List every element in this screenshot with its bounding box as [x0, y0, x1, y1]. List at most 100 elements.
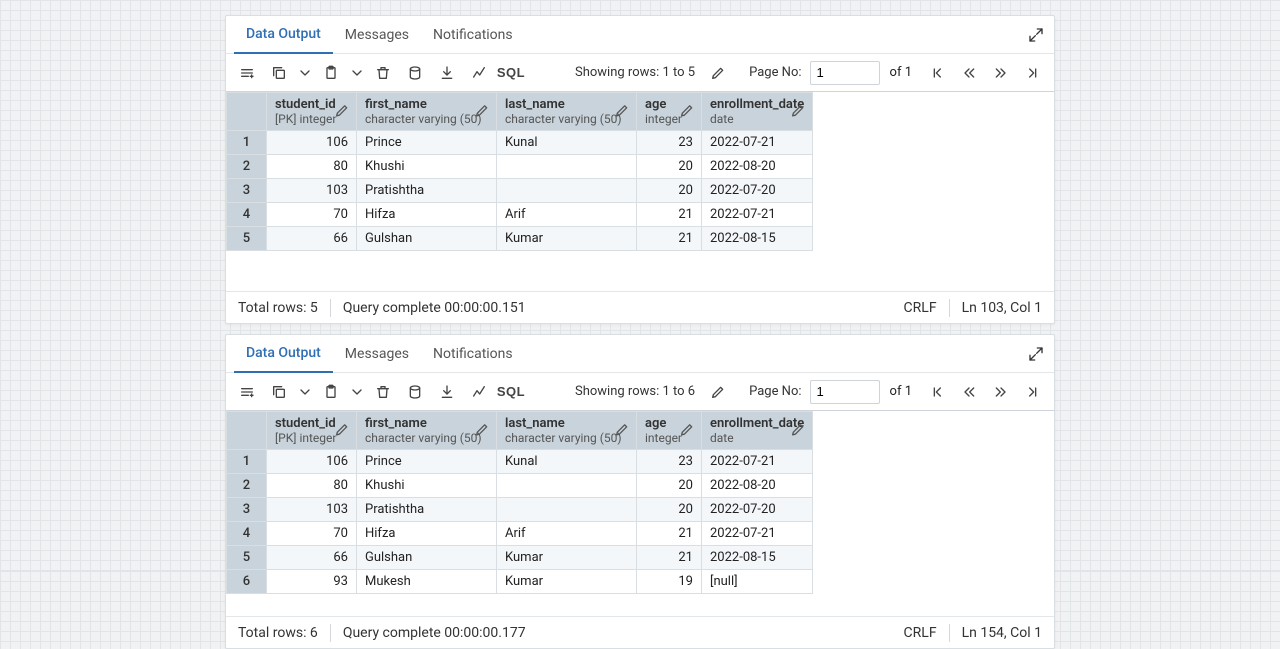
cell-last_name[interactable]: Kunal: [497, 450, 637, 474]
cell-last_name[interactable]: [497, 179, 637, 203]
cell-enrollment_date[interactable]: 2022-07-21: [702, 522, 813, 546]
tab-notifications[interactable]: Notifications: [421, 16, 525, 53]
cell-age[interactable]: 20: [637, 498, 702, 522]
tab-messages[interactable]: Messages: [333, 16, 421, 53]
page-first-icon[interactable]: [922, 59, 952, 87]
copy-icon[interactable]: [264, 59, 294, 87]
cell-enrollment_date[interactable]: 2022-08-20: [702, 155, 813, 179]
cell-last_name[interactable]: Kumar: [497, 227, 637, 251]
cell-last_name[interactable]: [497, 155, 637, 179]
row-number[interactable]: 2: [227, 155, 267, 179]
cell-student_id[interactable]: 106: [267, 450, 357, 474]
paste-dropdown-icon[interactable]: [348, 59, 366, 87]
row-number[interactable]: 3: [227, 179, 267, 203]
page-prev-icon[interactable]: [954, 378, 984, 406]
cell-age[interactable]: 20: [637, 155, 702, 179]
col-header-last_name[interactable]: last_namecharacter varying (50): [497, 93, 637, 131]
col-header-age[interactable]: ageinteger: [637, 412, 702, 450]
paste-icon[interactable]: [316, 59, 346, 87]
row-number[interactable]: 5: [227, 227, 267, 251]
page-number-input[interactable]: [810, 61, 880, 85]
cell-age[interactable]: 21: [637, 203, 702, 227]
cell-last_name[interactable]: [497, 474, 637, 498]
page-number-input[interactable]: [810, 380, 880, 404]
page-prev-icon[interactable]: [954, 59, 984, 87]
tab-data-output[interactable]: Data Output: [234, 336, 333, 373]
page-last-icon[interactable]: [1018, 59, 1048, 87]
cell-enrollment_date[interactable]: 2022-08-15: [702, 546, 813, 570]
edit-column-icon[interactable]: [679, 421, 695, 440]
col-header-last_name[interactable]: last_namecharacter varying (50): [497, 412, 637, 450]
delete-icon[interactable]: [368, 59, 398, 87]
cell-student_id[interactable]: 80: [267, 474, 357, 498]
page-next-icon[interactable]: [986, 59, 1016, 87]
cell-last_name[interactable]: Kunal: [497, 131, 637, 155]
edit-column-icon[interactable]: [334, 102, 350, 121]
cell-last_name[interactable]: [497, 498, 637, 522]
cell-first_name[interactable]: Gulshan: [357, 227, 497, 251]
cell-student_id[interactable]: 66: [267, 546, 357, 570]
copy-dropdown-icon[interactable]: [296, 378, 314, 406]
row-number[interactable]: 6: [227, 570, 267, 594]
cell-enrollment_date[interactable]: 2022-07-21: [702, 450, 813, 474]
cell-enrollment_date[interactable]: 2022-07-21: [702, 203, 813, 227]
paste-icon[interactable]: [316, 378, 346, 406]
col-header-enrollment_date[interactable]: enrollment_datedate: [702, 93, 813, 131]
col-header-age[interactable]: ageinteger: [637, 93, 702, 131]
chart-icon[interactable]: [464, 378, 494, 406]
edit-column-icon[interactable]: [474, 421, 490, 440]
edit-column-icon[interactable]: [614, 102, 630, 121]
cell-first_name[interactable]: Pratishtha: [357, 498, 497, 522]
sql-icon[interactable]: SQL: [496, 378, 526, 406]
edit-column-icon[interactable]: [679, 102, 695, 121]
cell-age[interactable]: 23: [637, 450, 702, 474]
col-header-first_name[interactable]: first_namecharacter varying (50): [357, 412, 497, 450]
expand-icon[interactable]: [1026, 344, 1046, 364]
page-last-icon[interactable]: [1018, 378, 1048, 406]
col-header-student_id[interactable]: student_id[PK] integer: [267, 412, 357, 450]
download-icon[interactable]: [432, 59, 462, 87]
delete-icon[interactable]: [368, 378, 398, 406]
col-header-first_name[interactable]: first_namecharacter varying (50): [357, 93, 497, 131]
row-number[interactable]: 4: [227, 522, 267, 546]
cell-age[interactable]: 20: [637, 179, 702, 203]
add-row-icon[interactable]: [232, 378, 262, 406]
row-number[interactable]: 2: [227, 474, 267, 498]
cell-last_name[interactable]: Arif: [497, 203, 637, 227]
row-number[interactable]: 1: [227, 450, 267, 474]
cell-first_name[interactable]: Gulshan: [357, 546, 497, 570]
cell-first_name[interactable]: Hifza: [357, 203, 497, 227]
cell-student_id[interactable]: 70: [267, 522, 357, 546]
edit-column-icon[interactable]: [790, 102, 806, 121]
download-icon[interactable]: [432, 378, 462, 406]
add-row-icon[interactable]: [232, 59, 262, 87]
cell-age[interactable]: 20: [637, 474, 702, 498]
row-number[interactable]: 3: [227, 498, 267, 522]
page-first-icon[interactable]: [922, 378, 952, 406]
cell-age[interactable]: 23: [637, 131, 702, 155]
cell-first_name[interactable]: Hifza: [357, 522, 497, 546]
cell-student_id[interactable]: 93: [267, 570, 357, 594]
cell-student_id[interactable]: 66: [267, 227, 357, 251]
results-table[interactable]: student_id[PK] integerfirst_namecharacte…: [226, 411, 813, 594]
cell-last_name[interactable]: Kumar: [497, 570, 637, 594]
edit-showing-icon[interactable]: [703, 59, 733, 87]
cell-student_id[interactable]: 103: [267, 498, 357, 522]
cell-enrollment_date[interactable]: 2022-08-15: [702, 227, 813, 251]
results-table[interactable]: student_id[PK] integerfirst_namecharacte…: [226, 92, 813, 251]
row-number[interactable]: 1: [227, 131, 267, 155]
cell-last_name[interactable]: Arif: [497, 522, 637, 546]
cell-enrollment_date[interactable]: 2022-07-20: [702, 179, 813, 203]
edit-showing-icon[interactable]: [703, 378, 733, 406]
page-next-icon[interactable]: [986, 378, 1016, 406]
expand-icon[interactable]: [1026, 25, 1046, 45]
cell-first_name[interactable]: Pratishtha: [357, 179, 497, 203]
edit-column-icon[interactable]: [474, 102, 490, 121]
cell-student_id[interactable]: 70: [267, 203, 357, 227]
paste-dropdown-icon[interactable]: [348, 378, 366, 406]
cell-enrollment_date[interactable]: [null]: [702, 570, 813, 594]
save-data-icon[interactable]: [400, 378, 430, 406]
col-header-enrollment_date[interactable]: enrollment_datedate: [702, 412, 813, 450]
copy-dropdown-icon[interactable]: [296, 59, 314, 87]
tab-messages[interactable]: Messages: [333, 335, 421, 372]
